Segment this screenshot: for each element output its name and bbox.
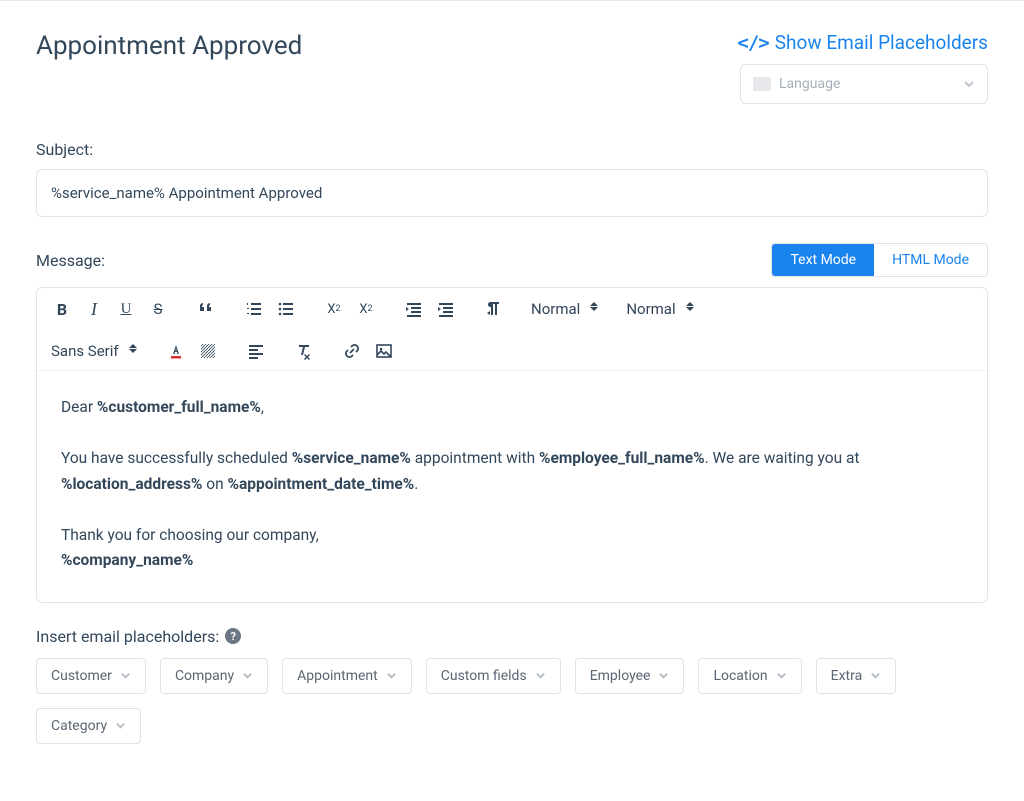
datetime-placeholder: %appointment_date_time% — [228, 475, 415, 493]
chevron-down-icon — [242, 670, 253, 681]
size-label: Normal — [626, 300, 675, 318]
direction-button[interactable] — [483, 298, 505, 320]
align-button[interactable] — [245, 340, 267, 362]
thanks-text: Thank you for choosing our company, — [61, 523, 963, 549]
service-placeholder: %service_name% — [292, 449, 411, 467]
subscript-button[interactable]: X2 — [323, 298, 345, 320]
employee-placeholder: %employee_full_name% — [539, 449, 705, 467]
language-swatch — [753, 77, 771, 91]
subject-label: Subject: — [36, 140, 988, 159]
chip-appointment[interactable]: Appointment — [282, 658, 412, 694]
text-color-button[interactable] — [165, 340, 187, 362]
body-text: appointment with — [411, 449, 539, 467]
bullet-list-button[interactable] — [275, 298, 297, 320]
outdent-button[interactable] — [403, 298, 425, 320]
blockquote-button[interactable] — [195, 298, 217, 320]
body-text: You have successfully scheduled — [61, 449, 292, 467]
greeting-suffix: , — [261, 398, 264, 416]
chevron-down-icon — [776, 670, 787, 681]
header-format-label: Normal — [531, 300, 580, 318]
chip-customer[interactable]: Customer — [36, 658, 146, 694]
font-select[interactable]: Sans Serif — [51, 342, 139, 360]
greeting-prefix: Dear — [61, 398, 97, 416]
chip-label: Customer — [51, 668, 112, 684]
chip-label: Category — [51, 718, 107, 734]
chevron-down-icon — [535, 670, 546, 681]
superscript-button[interactable]: X2 — [355, 298, 377, 320]
chevron-down-icon — [658, 670, 669, 681]
chip-label: Employee — [590, 668, 651, 684]
help-icon[interactable]: ? — [225, 628, 241, 644]
editor-toolbar: B I U S X2 X2 — [37, 288, 987, 371]
html-mode-button[interactable]: HTML Mode — [874, 244, 987, 276]
chip-employee[interactable]: Employee — [575, 658, 685, 694]
company-placeholder: %company_name% — [61, 551, 193, 569]
sort-icon — [686, 302, 696, 316]
mode-toggle: Text Mode HTML Mode — [771, 243, 988, 277]
chip-label: Company — [175, 668, 234, 684]
message-label: Message: — [36, 251, 105, 270]
chip-label: Location — [713, 668, 767, 684]
strike-button[interactable]: S — [147, 298, 169, 320]
sort-icon — [590, 302, 600, 316]
header-row: Appointment Approved </> Show Email Plac… — [36, 31, 988, 104]
underline-button[interactable]: U — [115, 298, 137, 320]
header-format-select[interactable]: Normal — [531, 300, 600, 318]
body-text: . — [414, 475, 418, 493]
chip-label: Appointment — [297, 668, 378, 684]
chevron-down-icon — [120, 670, 131, 681]
editor-content[interactable]: Dear %customer_full_name%, You have succ… — [37, 371, 987, 602]
page-title: Appointment Approved — [36, 31, 302, 61]
body-text: . We are waiting you at — [705, 449, 860, 467]
link-button[interactable] — [341, 340, 363, 362]
chip-label: Extra — [831, 668, 863, 684]
body-text: on — [202, 475, 227, 493]
chevron-down-icon — [963, 78, 975, 90]
chevron-down-icon — [386, 670, 397, 681]
chip-label: Custom fields — [441, 668, 527, 684]
language-placeholder: Language — [779, 76, 840, 92]
chevron-down-icon — [870, 670, 881, 681]
chip-category[interactable]: Category — [36, 708, 141, 744]
subject-input[interactable] — [36, 169, 988, 217]
bold-button[interactable]: B — [51, 298, 73, 320]
image-button[interactable] — [373, 340, 395, 362]
editor-box: B I U S X2 X2 — [36, 287, 988, 603]
italic-button[interactable]: I — [83, 298, 105, 320]
greeting-placeholder: %customer_full_name% — [97, 398, 261, 416]
chip-extra[interactable]: Extra — [816, 658, 897, 694]
background-color-button[interactable] — [197, 340, 219, 362]
code-icon: </> — [737, 32, 768, 54]
sort-icon — [129, 344, 139, 358]
text-mode-button[interactable]: Text Mode — [772, 244, 874, 276]
size-select[interactable]: Normal — [626, 300, 695, 318]
show-placeholders-link[interactable]: </> Show Email Placeholders — [737, 31, 988, 54]
chip-location[interactable]: Location — [698, 658, 801, 694]
indent-button[interactable] — [435, 298, 457, 320]
language-select[interactable]: Language — [740, 64, 988, 104]
ordered-list-button[interactable] — [243, 298, 265, 320]
insert-placeholders-label: Insert email placeholders: — [36, 627, 219, 646]
chevron-down-icon — [115, 720, 126, 731]
chip-company[interactable]: Company — [160, 658, 268, 694]
location-placeholder: %location_address% — [61, 475, 202, 493]
clear-format-button[interactable] — [293, 340, 315, 362]
show-placeholders-label: Show Email Placeholders — [775, 31, 988, 54]
font-label: Sans Serif — [51, 342, 119, 360]
chip-custom-fields[interactable]: Custom fields — [426, 658, 561, 694]
placeholder-chips: Customer Company Appointment Custom fiel… — [36, 658, 988, 744]
